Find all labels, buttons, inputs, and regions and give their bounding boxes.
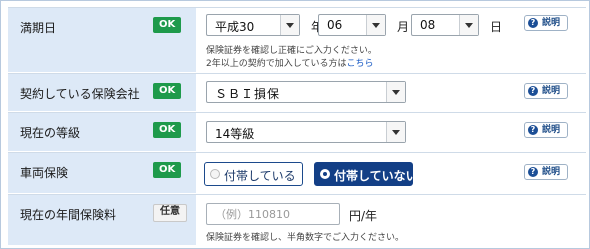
radio-with-vehicle-insurance[interactable]: 付帯している bbox=[204, 162, 303, 186]
select-value: 06 bbox=[327, 18, 343, 32]
question-icon: ? bbox=[528, 167, 538, 177]
status-badge: OK bbox=[153, 122, 182, 138]
chevron-down-icon bbox=[366, 15, 385, 35]
status-badge: OK bbox=[153, 83, 182, 99]
row-expiry-date: 満期日 OK 平成30 年 06 月 08 日 ? 説明 保険証券を確認し正確に… bbox=[8, 7, 586, 72]
label-cell: 契約している保険会社 OK bbox=[8, 74, 196, 111]
note-line-2: 2年以上の契約で加入している方はこちら bbox=[206, 56, 373, 69]
field-label: 現在の年間保険料 bbox=[20, 208, 117, 222]
help-label: 説明 bbox=[542, 18, 561, 28]
month-select[interactable]: 06 bbox=[318, 14, 386, 36]
radio-label: 付帯している bbox=[224, 169, 296, 183]
status-badge: OK bbox=[153, 162, 182, 178]
premium-unit: 円/年 bbox=[349, 209, 378, 223]
label-cell: 現在の年間保険料 任意 bbox=[8, 195, 196, 245]
day-unit: 日 bbox=[490, 20, 503, 34]
field-label: 満期日 bbox=[20, 21, 57, 35]
label-cell: 車両保険 OK bbox=[8, 153, 196, 193]
radio-without-vehicle-insurance[interactable]: 付帯していない bbox=[314, 162, 418, 186]
insurance-form: 満期日 OK 平成30 年 06 月 08 日 ? 説明 保険証券を確認し正確に… bbox=[0, 0, 590, 249]
help-button[interactable]: ? 説明 bbox=[524, 83, 568, 99]
help-button[interactable]: ? 説明 bbox=[524, 164, 568, 180]
select-value: ＳＢＩ損保 bbox=[215, 87, 281, 101]
field-label: 現在の等級 bbox=[20, 126, 81, 140]
field-label: 契約している保険会社 bbox=[20, 87, 140, 101]
help-button[interactable]: ? 説明 bbox=[524, 15, 568, 31]
chevron-down-icon bbox=[459, 15, 478, 35]
select-value: 平成30 bbox=[215, 20, 255, 34]
premium-note: 保険証券を確認し、半角数字でご入力ください。 bbox=[206, 233, 405, 243]
month-unit: 月 bbox=[397, 20, 410, 34]
radio-label: 付帯していない bbox=[334, 169, 418, 183]
chevron-down-icon bbox=[280, 15, 299, 35]
day-select[interactable]: 08 bbox=[411, 14, 479, 36]
chevron-down-icon bbox=[386, 122, 405, 142]
era-year-select[interactable]: 平成30 bbox=[206, 14, 300, 36]
label-cell: 現在の等級 OK bbox=[8, 113, 196, 151]
grade-select[interactable]: 14等級 bbox=[206, 121, 406, 143]
help-label: 説明 bbox=[542, 167, 561, 177]
help-label: 説明 bbox=[542, 125, 561, 135]
status-badge: OK bbox=[153, 17, 182, 33]
help-label: 説明 bbox=[542, 86, 561, 96]
multi-year-link[interactable]: こちら bbox=[346, 59, 373, 69]
label-cell: 満期日 OK bbox=[8, 8, 196, 72]
note-text: 2年以上の契約で加入している方は bbox=[206, 59, 347, 69]
insurance-company-select[interactable]: ＳＢＩ損保 bbox=[206, 81, 406, 103]
optional-badge: 任意 bbox=[153, 204, 187, 222]
chevron-down-icon bbox=[386, 82, 405, 102]
field-label: 車両保険 bbox=[20, 166, 69, 180]
annual-premium-input[interactable] bbox=[206, 203, 340, 225]
select-value: 08 bbox=[420, 18, 436, 32]
note-line-1: 保険証券を確認し正確にご入力ください。 bbox=[206, 46, 377, 56]
row-current-grade: 現在の等級 OK 14等級 ? 説明 bbox=[8, 112, 586, 151]
row-vehicle-insurance: 車両保険 OK 付帯している 付帯していない ? 説明 bbox=[8, 152, 586, 193]
select-value: 14等級 bbox=[215, 127, 255, 141]
radio-unchecked-icon bbox=[210, 169, 220, 179]
radio-checked-icon bbox=[320, 169, 330, 179]
row-insurance-company: 契約している保険会社 OK ＳＢＩ損保 ? 説明 bbox=[8, 73, 586, 111]
help-button[interactable]: ? 説明 bbox=[524, 122, 568, 138]
question-icon: ? bbox=[528, 86, 538, 96]
row-annual-premium: 現在の年間保険料 任意 円/年 保険証券を確認し、半角数字でご入力ください。 bbox=[8, 194, 586, 245]
question-icon: ? bbox=[528, 125, 538, 135]
question-icon: ? bbox=[528, 18, 538, 28]
